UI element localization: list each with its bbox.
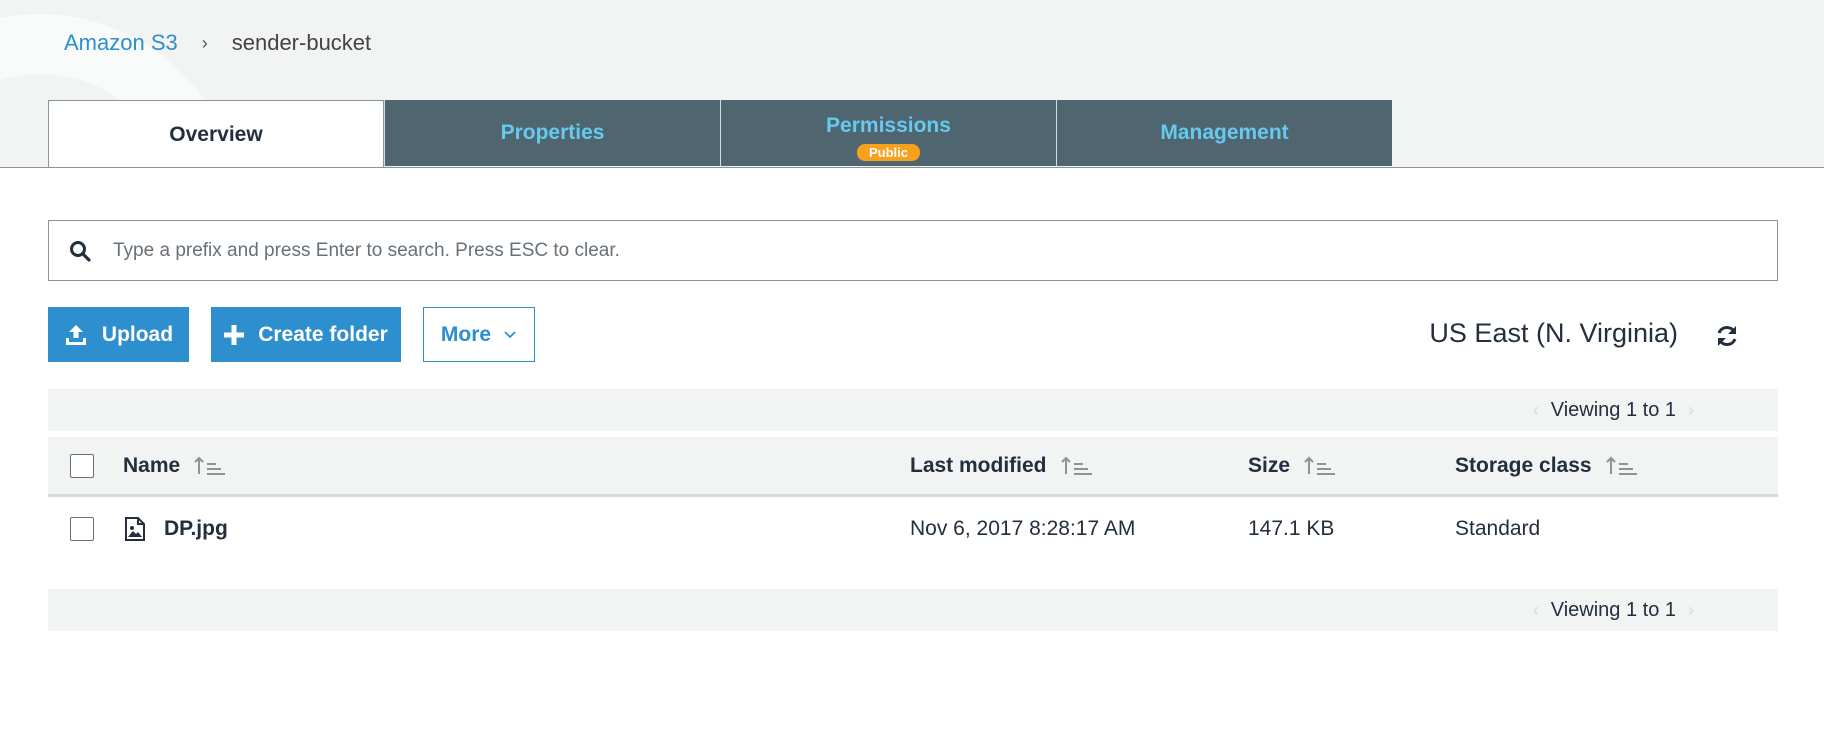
sort-icon (1060, 456, 1092, 475)
storage-class-cell: Standard (1455, 517, 1541, 540)
column-label: Storage class (1455, 453, 1592, 477)
column-header-storage-class[interactable]: Storage class (1455, 437, 1638, 494)
search-icon (69, 240, 91, 262)
chevron-down-icon (504, 330, 516, 338)
tab-permissions[interactable]: Permissions Public (720, 100, 1056, 166)
table-header: Name Last modified Size Storage class (48, 437, 1778, 497)
last-modified-cell: Nov 6, 2017 8:28:17 AM (910, 517, 1136, 540)
column-label: Name (123, 453, 181, 477)
pagination-text: Viewing 1 to 1 (1550, 399, 1676, 421)
plus-icon (224, 324, 245, 345)
search-input[interactable] (111, 238, 1777, 263)
more-label: More (440, 322, 492, 346)
column-label: Last modified (910, 453, 1047, 477)
upload-button[interactable]: Upload (48, 307, 189, 362)
breadcrumb-current: sender-bucket (231, 30, 372, 55)
upload-label: Upload (101, 322, 174, 346)
upload-icon (65, 324, 86, 345)
search-box (48, 220, 1778, 281)
next-page-arrow[interactable]: › (1688, 400, 1694, 421)
prev-page-arrow[interactable]: ‹ (1533, 400, 1539, 421)
breadcrumb-separator: › (201, 32, 208, 53)
sort-icon (194, 456, 226, 475)
create-folder-button[interactable]: Create folder (211, 307, 401, 362)
tab-label: Properties (500, 121, 605, 144)
refresh-icon[interactable] (1714, 323, 1740, 349)
size-cell: 147.1 KB (1248, 517, 1335, 540)
tab-label: Management (1160, 121, 1289, 144)
public-badge: Public (856, 144, 920, 161)
region-label: US East (N. Virginia) (1429, 318, 1678, 348)
breadcrumb: Amazon S3 › sender-bucket (64, 30, 371, 56)
pagination-text: Viewing 1 to 1 (1550, 598, 1676, 621)
tab-bar: Overview Properties Permissions Public M… (48, 100, 1392, 167)
sort-icon (1304, 456, 1336, 475)
prev-page-arrow[interactable]: ‹ (1533, 600, 1539, 621)
create-folder-label: Create folder (258, 322, 388, 346)
column-header-last-modified[interactable]: Last modified (910, 437, 1093, 494)
name-cell: DP.jpg (124, 500, 228, 558)
column-header-size[interactable]: Size (1248, 437, 1336, 494)
tab-label: Permissions (826, 114, 951, 137)
column-label: Size (1248, 453, 1291, 477)
column-header-name[interactable]: Name (123, 437, 226, 494)
header-area: Amazon S3 › sender-bucket Overview Prope… (0, 0, 1824, 168)
breadcrumb-root-link[interactable]: Amazon S3 (64, 30, 178, 56)
tab-label: Overview (169, 122, 263, 146)
tab-properties[interactable]: Properties (384, 100, 720, 166)
table-row[interactable]: DP.jpg Nov 6, 2017 8:28:17 AM 147.1 KB S… (48, 500, 1778, 558)
image-file-icon (125, 517, 145, 541)
file-name-link[interactable]: DP.jpg (164, 517, 228, 541)
tab-management[interactable]: Management (1056, 100, 1392, 166)
next-page-arrow[interactable]: › (1688, 600, 1694, 621)
row-checkbox[interactable] (70, 517, 94, 541)
sort-icon (1605, 456, 1637, 475)
pagination-top: ‹ Viewing 1 to 1 › (48, 389, 1778, 431)
pagination-bottom: ‹ Viewing 1 to 1 › (48, 589, 1778, 631)
more-dropdown-button[interactable]: More (423, 307, 535, 362)
tab-overview[interactable]: Overview (48, 100, 384, 167)
select-all-checkbox[interactable] (70, 453, 94, 478)
